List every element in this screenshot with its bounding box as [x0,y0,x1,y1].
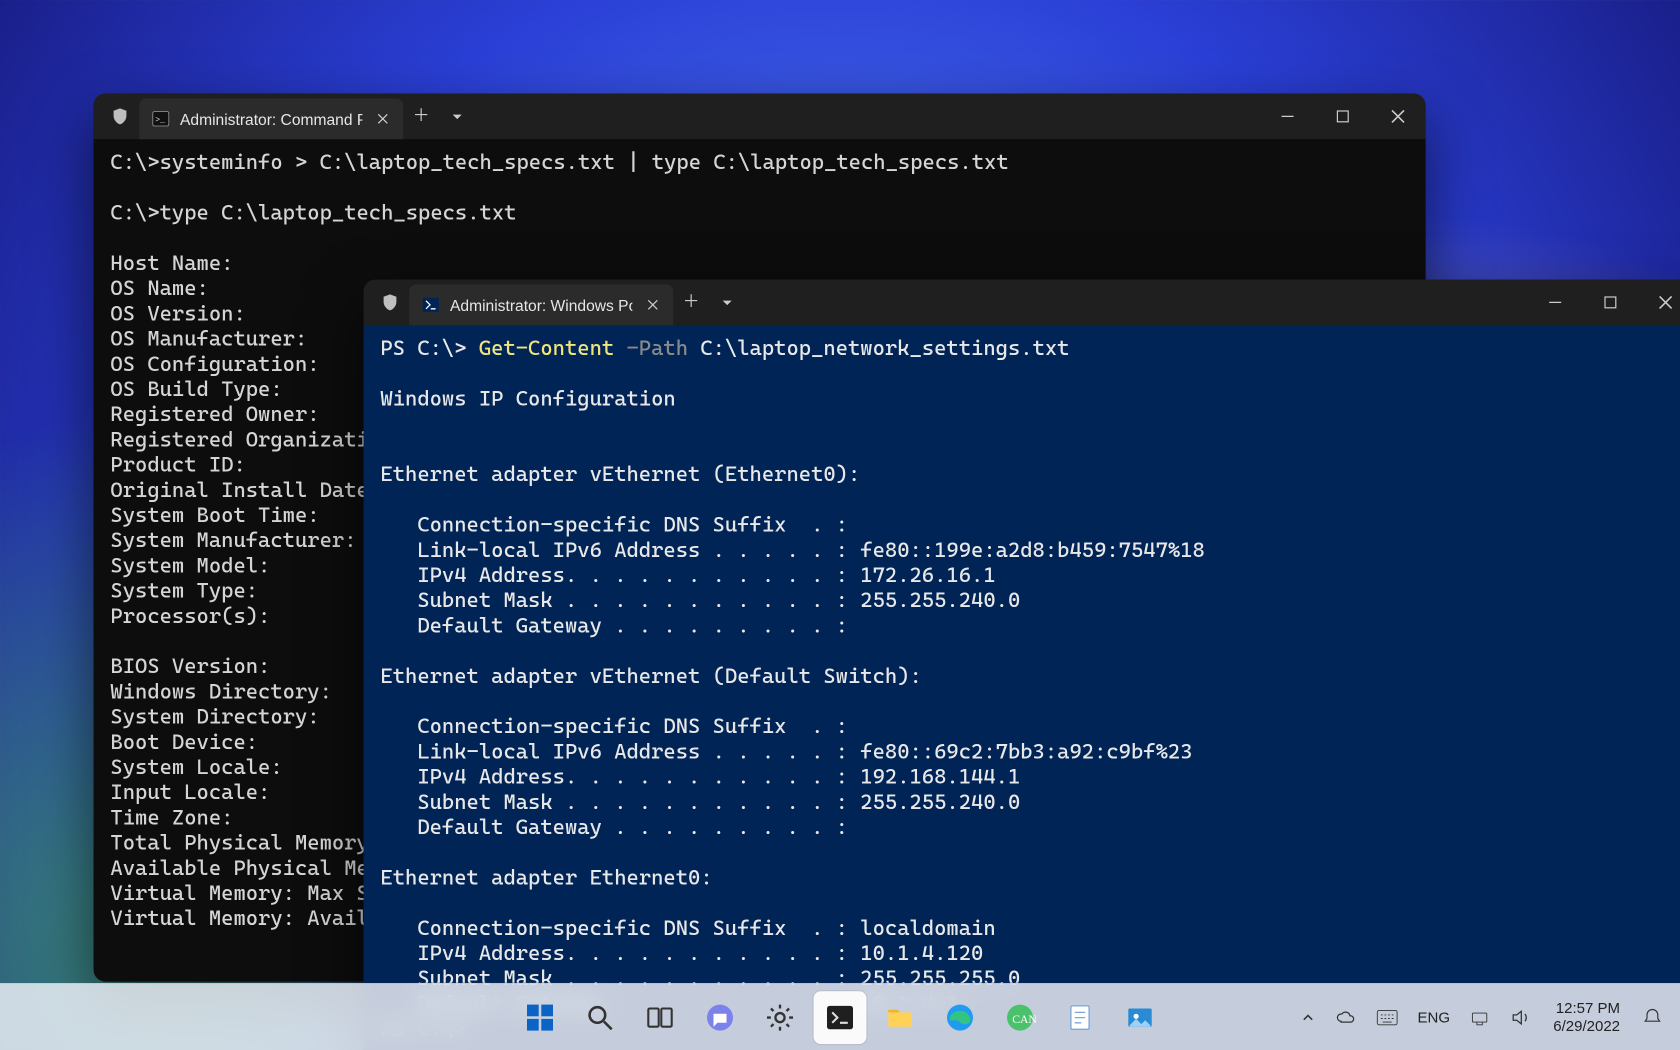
tray-clock[interactable]: 12:57 PM 6/29/2022 [1544,991,1630,1044]
task-view-button[interactable] [634,991,687,1044]
tray-keyboard-icon[interactable] [1370,991,1406,1044]
taskbar-app-edge-dev[interactable]: CAN [994,991,1047,1044]
ps-arg-token: C:\laptop_network_settings.txt [688,337,1069,361]
maximize-button[interactable] [1583,280,1638,326]
cmd-titlebar[interactable]: >_ Administrator: Command Pro ＋ [94,94,1426,140]
cmd-tab[interactable]: >_ Administrator: Command Pro [139,98,403,139]
taskbar-app-notepad[interactable] [1054,991,1107,1044]
tab-dropdown-button[interactable] [709,295,745,309]
tray-notifications-icon[interactable] [1634,991,1670,1044]
taskbar-app-photos[interactable] [1114,991,1167,1044]
search-button[interactable] [574,991,627,1044]
tray-volume-icon[interactable] [1503,991,1539,1044]
tray-chevron-icon[interactable] [1293,991,1324,1044]
close-button[interactable] [1370,94,1425,140]
ps-param-token: -Path [614,337,688,361]
ps-tab[interactable]: Administrator: Windows Powe [409,284,673,325]
cmd-tab-close-button[interactable] [372,107,394,131]
taskbar-app-settings[interactable] [754,991,807,1044]
tray-onedrive-icon[interactable] [1329,991,1365,1044]
minimize-button[interactable] [1260,94,1315,140]
titlebar-drag-area[interactable] [745,280,1527,326]
ps-tab-title: Administrator: Windows Powe [450,292,633,317]
ps-terminal-body[interactable]: PS C:\> Get-Content -Path C:\laptop_netw… [364,325,1680,1050]
maximize-button[interactable] [1315,94,1370,140]
powershell-window[interactable]: Administrator: Windows Powe ＋ PS C:\> Ge… [364,280,1680,1050]
svg-text:CAN: CAN [1012,1012,1035,1025]
taskbar[interactable]: CAN ENG 12:57 PM 6/29/2022 [0,983,1680,1050]
shield-icon [378,290,402,314]
svg-text:>_: >_ [155,116,165,125]
ps-titlebar[interactable]: Administrator: Windows Powe ＋ [364,280,1680,326]
start-button[interactable] [514,991,567,1044]
ps-tab-close-button[interactable] [642,293,663,317]
minimize-button[interactable] [1528,280,1583,326]
tray-date: 6/29/2022 [1553,1017,1620,1035]
tray-language[interactable]: ENG [1410,991,1457,1044]
shield-icon [108,104,132,128]
tray-language-label: ENG [1418,1009,1451,1026]
titlebar-drag-area[interactable] [475,94,1260,140]
taskbar-app-chat[interactable] [694,991,747,1044]
tray-time: 12:57 PM [1553,999,1620,1017]
taskbar-app-explorer[interactable] [874,991,927,1044]
taskbar-pinned-apps: CAN [514,991,1167,1044]
new-tab-button[interactable]: ＋ [673,290,709,315]
close-button[interactable] [1638,280,1680,326]
new-tab-button[interactable]: ＋ [403,104,439,129]
ps-prompt: PS C:\> [380,337,478,361]
tray-network-icon[interactable] [1462,991,1498,1044]
system-tray[interactable]: ENG 12:57 PM 6/29/2022 [1293,984,1671,1050]
taskbar-app-terminal[interactable] [814,991,867,1044]
taskbar-app-edge[interactable] [934,991,987,1044]
tab-dropdown-button[interactable] [439,109,475,123]
cmd-tab-title: Administrator: Command Pro [180,106,362,131]
powershell-icon [421,295,440,314]
cmd-icon: >_ [151,109,170,128]
ps-command-token: Get-Content [479,337,614,361]
